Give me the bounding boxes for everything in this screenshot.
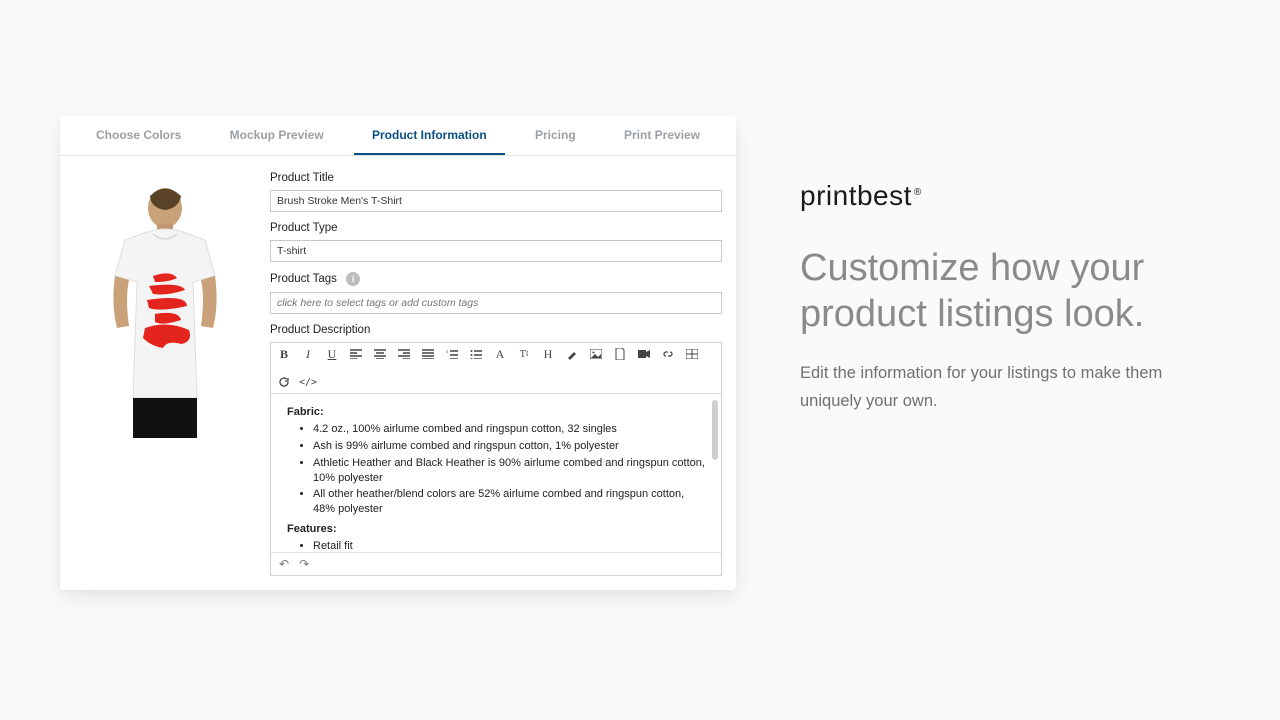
heading-icon[interactable]: H bbox=[541, 347, 555, 361]
bold-icon[interactable]: B bbox=[277, 347, 291, 361]
product-type-label: Product Type bbox=[270, 222, 722, 234]
video-icon[interactable] bbox=[637, 347, 651, 361]
tshirt-mockup-image bbox=[75, 178, 255, 438]
tab-choose-colors[interactable]: Choose Colors bbox=[78, 116, 199, 155]
list-item: Ash is 99% airlume combed and ringspun c… bbox=[313, 439, 705, 454]
list-item: All other heather/blend colors are 52% a… bbox=[313, 487, 705, 517]
product-tags-input[interactable] bbox=[270, 292, 722, 314]
italic-icon[interactable]: I bbox=[301, 347, 315, 361]
text-size-icon[interactable]: TI bbox=[517, 347, 531, 361]
align-left-icon[interactable] bbox=[349, 347, 363, 361]
align-right-icon[interactable] bbox=[397, 347, 411, 361]
align-justify-icon[interactable] bbox=[421, 347, 435, 361]
promo-headline: Customize how your product listings look… bbox=[800, 246, 1220, 337]
features-heading: Features: bbox=[287, 523, 705, 535]
list-item: Athletic Heather and Black Heather is 90… bbox=[313, 456, 705, 486]
product-title-input[interactable] bbox=[270, 190, 722, 212]
tab-pricing[interactable]: Pricing bbox=[517, 116, 594, 155]
rte-content[interactable]: Fabric: 4.2 oz., 100% airlume combed and… bbox=[271, 394, 721, 552]
promo-panel: printbest® Customize how your product li… bbox=[800, 180, 1220, 415]
list-item: Retail fit bbox=[313, 539, 705, 552]
font-color-icon[interactable]: A bbox=[493, 347, 507, 361]
highlighter-icon[interactable] bbox=[565, 347, 579, 361]
image-icon[interactable] bbox=[589, 347, 603, 361]
product-type-input[interactable] bbox=[270, 240, 722, 262]
tab-mockup-preview[interactable]: Mockup Preview bbox=[212, 116, 342, 155]
redo-icon[interactable]: ↷ bbox=[299, 557, 309, 571]
product-tags-label: Product Tags i bbox=[270, 272, 722, 286]
file-icon[interactable] bbox=[613, 347, 627, 361]
align-center-icon[interactable] bbox=[373, 347, 387, 361]
features-list: Retail fit Unisex sizing Shoulder taping… bbox=[287, 539, 705, 552]
scrollbar-thumb[interactable] bbox=[712, 400, 718, 460]
rte-footer: ↶ ↷ bbox=[271, 552, 721, 575]
brand-logo: printbest® bbox=[800, 180, 1220, 212]
underline-icon[interactable]: U bbox=[325, 347, 339, 361]
link-icon[interactable] bbox=[661, 347, 675, 361]
tab-product-information[interactable]: Product Information bbox=[354, 116, 505, 155]
svg-text:1: 1 bbox=[446, 349, 448, 354]
product-mockup bbox=[60, 168, 270, 576]
ordered-list-icon[interactable]: 1 bbox=[445, 347, 459, 361]
tab-print-preview[interactable]: Print Preview bbox=[606, 116, 718, 155]
product-title-label: Product Title bbox=[270, 172, 722, 184]
tabs-bar: Choose Colors Mockup Preview Product Inf… bbox=[60, 116, 736, 156]
list-item: 4.2 oz., 100% airlume combed and ringspu… bbox=[313, 422, 705, 437]
registered-mark-icon: ® bbox=[914, 187, 922, 198]
product-editor-card: Choose Colors Mockup Preview Product Inf… bbox=[60, 116, 736, 590]
undo-icon[interactable]: ↶ bbox=[279, 557, 289, 571]
fabric-heading: Fabric: bbox=[287, 406, 705, 418]
promo-subtext: Edit the information for your listings t… bbox=[800, 359, 1220, 415]
table-icon[interactable] bbox=[685, 347, 699, 361]
info-icon[interactable]: i bbox=[346, 272, 360, 286]
product-form: Product Title Product Type Product Tags … bbox=[270, 168, 722, 576]
fabric-list: 4.2 oz., 100% airlume combed and ringspu… bbox=[287, 422, 705, 517]
product-description-label: Product Description bbox=[270, 324, 722, 336]
rich-text-editor: B I U 1 bbox=[270, 342, 722, 576]
rte-toolbar: B I U 1 bbox=[271, 343, 721, 394]
code-view-icon[interactable]: </> bbox=[301, 375, 315, 389]
refresh-icon[interactable] bbox=[277, 375, 291, 389]
unordered-list-icon[interactable] bbox=[469, 347, 483, 361]
